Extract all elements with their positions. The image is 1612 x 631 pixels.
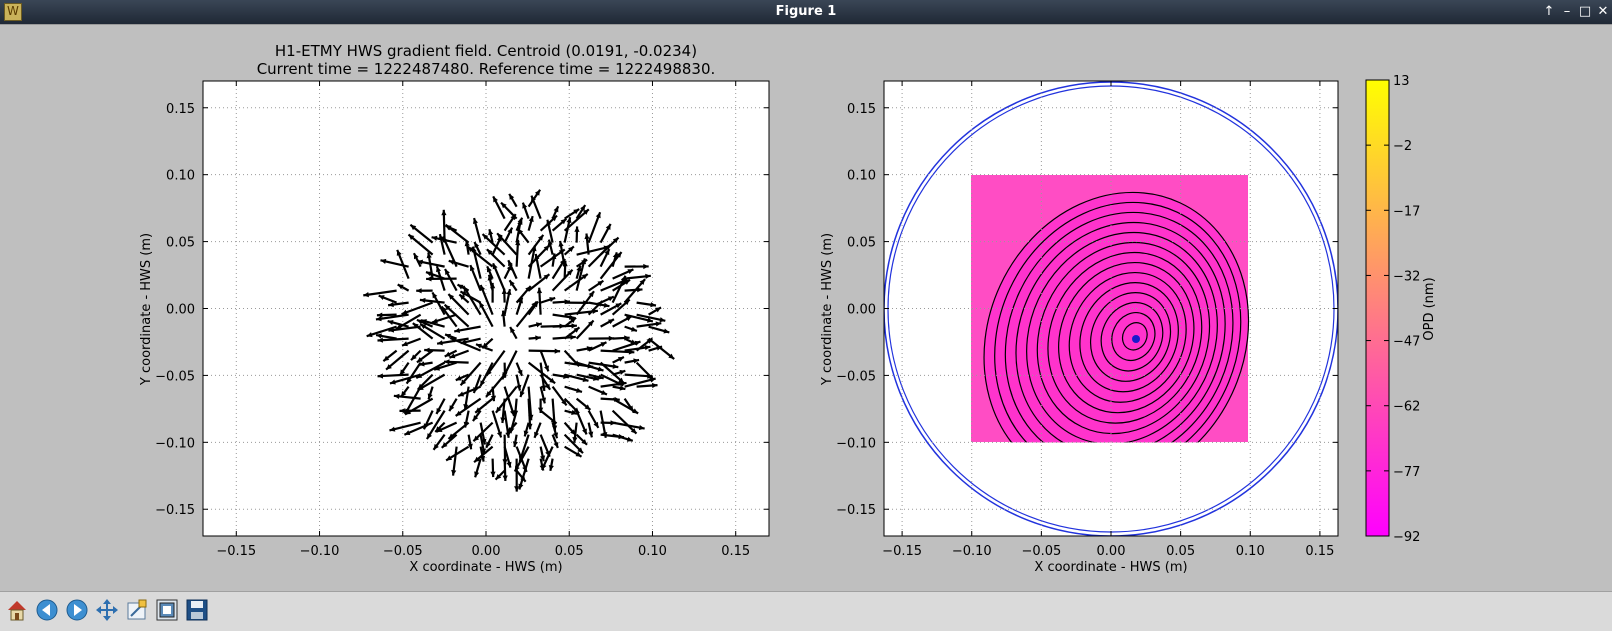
y-tick-label: 0.00 <box>847 303 876 318</box>
x-tick-label: −0.15 <box>882 544 922 559</box>
keep-above-button[interactable]: ↑ <box>1540 2 1558 22</box>
colorbar-tick-label: −92 <box>1393 530 1420 545</box>
window-title: Figure 1 <box>0 4 1612 19</box>
subplots-icon <box>155 598 179 622</box>
right-plot-ylabel: Y coordinate - HWS (m) <box>820 233 835 386</box>
x-tick-label: −0.15 <box>216 544 256 559</box>
zoom-icon <box>125 598 149 622</box>
y-tick-label: −0.05 <box>836 369 876 384</box>
title-bar: W Figure 1 ↑ – □ ✕ <box>0 0 1612 24</box>
x-tick-label: 0.00 <box>472 544 501 559</box>
navigation-toolbar <box>0 591 1612 631</box>
left-plot-ylabel: Y coordinate - HWS (m) <box>139 233 154 386</box>
subplots-button[interactable] <box>154 597 180 623</box>
x-tick-label: −0.10 <box>300 544 340 559</box>
x-tick-label: 0.05 <box>1166 544 1195 559</box>
figure-svg: −0.15 −0.15 −0.10 −0.10 −0.05 −0.05 0.00 0.00 0.… <box>0 25 1612 592</box>
save-button[interactable] <box>184 597 210 623</box>
x-tick-label: −0.05 <box>383 544 423 559</box>
y-tick-label: −0.15 <box>155 503 195 518</box>
y-tick-label: 0.05 <box>847 236 876 251</box>
x-tick-label: 0.05 <box>555 544 584 559</box>
x-tick-label: 0.00 <box>1097 544 1126 559</box>
y-tick-label: −0.05 <box>155 369 195 384</box>
close-button[interactable]: ✕ <box>1594 2 1612 22</box>
colorbar-tick-label: −2 <box>1393 139 1412 154</box>
figure-canvas[interactable]: −0.15 −0.15 −0.10 −0.10 −0.05 −0.05 0.00 0.00 0.… <box>0 24 1612 593</box>
pan-icon <box>95 598 119 622</box>
centroid-marker <box>1132 335 1140 343</box>
x-tick-label: 0.15 <box>1305 544 1334 559</box>
colorbar-tick-label: −77 <box>1393 465 1420 480</box>
left-plot-xlabel: X coordinate - HWS (m) <box>409 560 562 575</box>
x-tick-label: −0.05 <box>1021 544 1061 559</box>
colorbar-tick-label: 13 <box>1393 74 1410 89</box>
left-plot-title-line2: Current time = 1222487480. Reference tim… <box>257 60 716 78</box>
x-tick-label: 0.10 <box>638 544 667 559</box>
colorbar-tick-label: −17 <box>1393 204 1420 219</box>
y-tick-label: 0.15 <box>847 102 876 117</box>
pan-button[interactable] <box>94 597 120 623</box>
minimize-button[interactable]: – <box>1558 2 1576 22</box>
x-tick-label: 0.10 <box>1236 544 1265 559</box>
colorbar-tick-label: −32 <box>1393 269 1420 284</box>
forward-button[interactable] <box>64 597 90 623</box>
y-tick-label: 0.05 <box>166 236 195 251</box>
home-button[interactable] <box>4 597 30 623</box>
right-plot-xlabel: X coordinate - HWS (m) <box>1034 560 1187 575</box>
y-tick-label: 0.15 <box>166 102 195 117</box>
y-tick-label: −0.10 <box>155 436 195 451</box>
forward-icon <box>65 598 89 622</box>
back-icon <box>35 598 59 622</box>
y-tick-label: 0.10 <box>166 169 195 184</box>
zoom-button[interactable] <box>124 597 150 623</box>
x-tick-label: −0.10 <box>952 544 992 559</box>
maximize-button[interactable]: □ <box>1576 2 1594 22</box>
y-tick-label: 0.10 <box>847 169 876 184</box>
colorbar <box>1366 80 1389 536</box>
save-icon <box>185 598 209 622</box>
colorbar-tick-label: −62 <box>1393 400 1420 415</box>
back-button[interactable] <box>34 597 60 623</box>
y-tick-label: 0.00 <box>166 303 195 318</box>
x-tick-label: 0.15 <box>721 544 750 559</box>
home-icon <box>5 598 29 622</box>
colorbar-tick-label: −47 <box>1393 335 1420 350</box>
y-tick-label: −0.15 <box>836 503 876 518</box>
y-tick-label: −0.10 <box>836 436 876 451</box>
colorbar-label: OPD (nm) <box>1422 277 1437 340</box>
left-plot-title-line1: H1-ETMY HWS gradient field. Centroid (0.… <box>275 42 697 60</box>
